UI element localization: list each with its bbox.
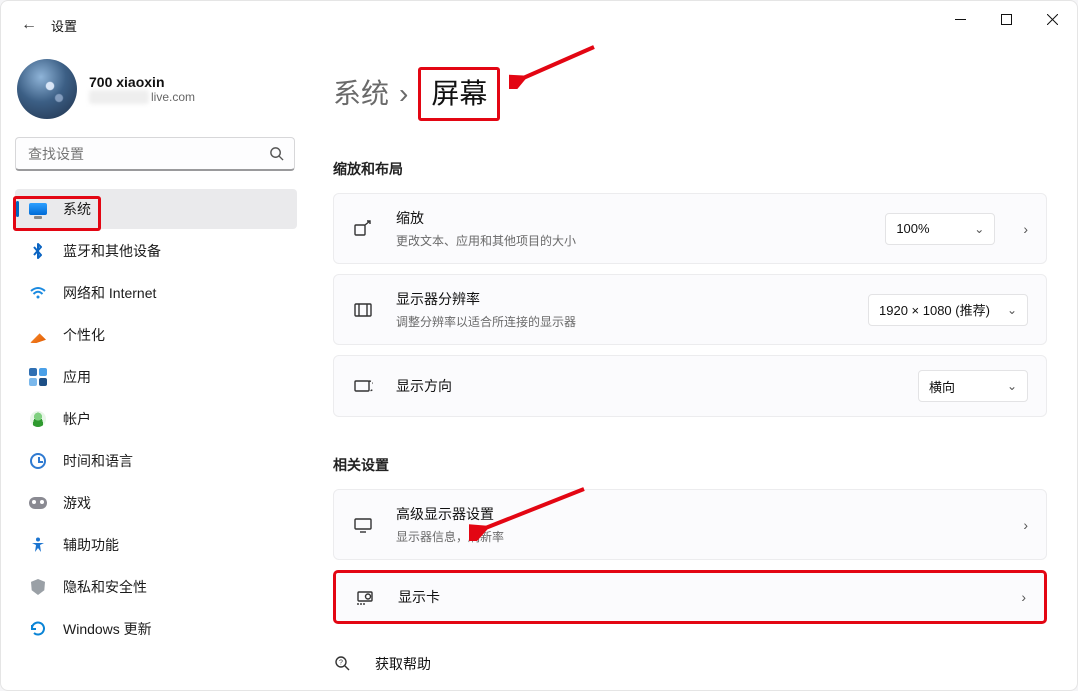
- gpu-icon: [354, 587, 376, 607]
- scale-icon: [352, 219, 374, 239]
- section-title-scale: 缩放和布局: [333, 159, 1047, 179]
- user-name: 700 xiaoxin: [89, 74, 195, 90]
- sidebar-item-accessibility[interactable]: 辅助功能: [15, 525, 297, 565]
- search-box[interactable]: [15, 137, 295, 171]
- close-icon: [1047, 14, 1058, 25]
- minimize-icon: [955, 14, 966, 25]
- bluetooth-icon: [29, 242, 47, 260]
- sidebar-item-personalization[interactable]: 个性化: [15, 315, 297, 355]
- user-card[interactable]: 700 xiaoxin live.com: [15, 59, 297, 129]
- sidebar-item-label: 蓝牙和其他设备: [63, 241, 161, 261]
- help-icon: ?: [333, 655, 353, 673]
- user-icon: [29, 410, 47, 428]
- apps-icon: [29, 368, 47, 386]
- card-title: 高级显示器设置: [396, 504, 504, 524]
- card-advanced-display[interactable]: 高级显示器设置 显示器信息，刷新率 ›: [333, 489, 1047, 560]
- avatar: [17, 59, 77, 119]
- sidebar-item-label: 辅助功能: [63, 535, 119, 555]
- sidebar-item-system[interactable]: 系统: [15, 189, 297, 229]
- section-title-related: 相关设置: [333, 455, 1047, 475]
- minimize-button[interactable]: [937, 3, 983, 35]
- card-subtitle: 调整分辨率以适合所连接的显示器: [396, 313, 576, 330]
- close-button[interactable]: [1029, 3, 1075, 35]
- sidebar-item-label: 系统: [63, 199, 91, 219]
- footer-links: ? 获取帮助 提供反馈: [333, 654, 1047, 691]
- card-title: 显示卡: [398, 587, 440, 607]
- clock-icon: [29, 452, 47, 470]
- sidebar-item-label: 网络和 Internet: [63, 283, 156, 303]
- sidebar-item-label: 隐私和安全性: [63, 577, 147, 597]
- sidebar-item-label: 应用: [63, 367, 91, 387]
- card-title: 显示器分辨率: [396, 289, 576, 309]
- monitor-icon: [29, 200, 47, 218]
- sidebar-item-time[interactable]: 时间和语言: [15, 441, 297, 481]
- svg-text:?: ?: [339, 660, 343, 667]
- settings-window: ← 设置 700 xiaoxin live: [0, 0, 1078, 691]
- orientation-icon: [352, 376, 374, 396]
- card-scale[interactable]: 缩放 更改文本、应用和其他项目的大小 100% ⌄ ›: [333, 193, 1047, 264]
- chevron-right-icon[interactable]: ›: [1013, 517, 1028, 533]
- chevron-right-icon[interactable]: ›: [1011, 589, 1026, 605]
- get-help-link[interactable]: ? 获取帮助: [333, 654, 1047, 674]
- breadcrumb-current: 屏幕: [431, 78, 487, 109]
- display-icon: [352, 515, 374, 535]
- chevron-down-icon: ⌄: [1007, 379, 1017, 393]
- sidebar-item-label: Windows 更新: [63, 619, 152, 639]
- card-subtitle: 更改文本、应用和其他项目的大小: [396, 232, 576, 249]
- search-input[interactable]: [16, 146, 294, 162]
- card-resolution[interactable]: 显示器分辨率 调整分辨率以适合所连接的显示器 1920 × 1080 (推荐) …: [333, 274, 1047, 345]
- sidebar: 700 xiaoxin live.com 系统: [1, 49, 311, 691]
- titlebar: ← 设置: [1, 1, 1077, 49]
- sidebar-item-update[interactable]: Windows 更新: [15, 609, 297, 649]
- arrow-left-icon: ←: [21, 16, 37, 34]
- scale-select[interactable]: 100% ⌄: [885, 213, 995, 245]
- card-subtitle: 显示器信息，刷新率: [396, 528, 504, 545]
- sidebar-item-network[interactable]: 网络和 Internet: [15, 273, 297, 313]
- sidebar-item-label: 帐户: [63, 409, 91, 429]
- window-title: 设置: [51, 16, 77, 35]
- main-panel: 系统 › 屏幕 缩放和布局 缩放 更改文本、应用和其他项目的大小 100: [311, 49, 1077, 691]
- card-title: 显示方向: [396, 376, 452, 396]
- orientation-select[interactable]: 横向 ⌄: [918, 370, 1028, 402]
- update-icon: [29, 620, 47, 638]
- sidebar-item-label: 时间和语言: [63, 451, 133, 471]
- sidebar-item-accounts[interactable]: 帐户: [15, 399, 297, 439]
- chevron-right-icon: ›: [399, 78, 408, 110]
- window-controls: [937, 3, 1075, 35]
- back-button[interactable]: ←: [9, 5, 49, 45]
- game-icon: [29, 494, 47, 512]
- resolution-icon: [352, 300, 374, 320]
- breadcrumb: 系统 › 屏幕: [333, 67, 1047, 121]
- user-email: live.com: [89, 90, 195, 104]
- chevron-down-icon: ⌄: [974, 222, 984, 236]
- content-area: 700 xiaoxin live.com 系统: [1, 49, 1077, 691]
- search-icon: [269, 146, 284, 161]
- chevron-right-icon[interactable]: ›: [1013, 221, 1028, 237]
- brush-icon: [29, 326, 47, 344]
- redacted-text: [89, 90, 149, 104]
- wifi-icon: [29, 284, 47, 302]
- sidebar-item-label: 游戏: [63, 493, 91, 513]
- sidebar-item-gaming[interactable]: 游戏: [15, 483, 297, 523]
- card-graphics[interactable]: 显示卡 ›: [333, 570, 1047, 624]
- sidebar-item-privacy[interactable]: 隐私和安全性: [15, 567, 297, 607]
- sidebar-item-bluetooth[interactable]: 蓝牙和其他设备: [15, 231, 297, 271]
- maximize-icon: [1001, 14, 1012, 25]
- sidebar-nav: 系统 蓝牙和其他设备 网络和 Internet 个性化: [15, 189, 297, 649]
- sidebar-item-apps[interactable]: 应用: [15, 357, 297, 397]
- chevron-down-icon: ⌄: [1007, 303, 1017, 317]
- sidebar-item-label: 个性化: [63, 325, 105, 345]
- card-orientation[interactable]: 显示方向 横向 ⌄: [333, 355, 1047, 417]
- card-title: 缩放: [396, 208, 576, 228]
- select-value: 100%: [896, 221, 929, 236]
- breadcrumb-root[interactable]: 系统: [333, 72, 389, 112]
- resolution-select[interactable]: 1920 × 1080 (推荐) ⌄: [868, 294, 1028, 326]
- select-value: 横向: [929, 377, 955, 396]
- maximize-button[interactable]: [983, 3, 1029, 35]
- link-label: 获取帮助: [375, 654, 431, 674]
- annotation-highlight: 屏幕: [418, 67, 500, 121]
- accessibility-icon: [29, 536, 47, 554]
- select-value: 1920 × 1080 (推荐): [879, 300, 990, 319]
- shield-icon: [29, 578, 47, 596]
